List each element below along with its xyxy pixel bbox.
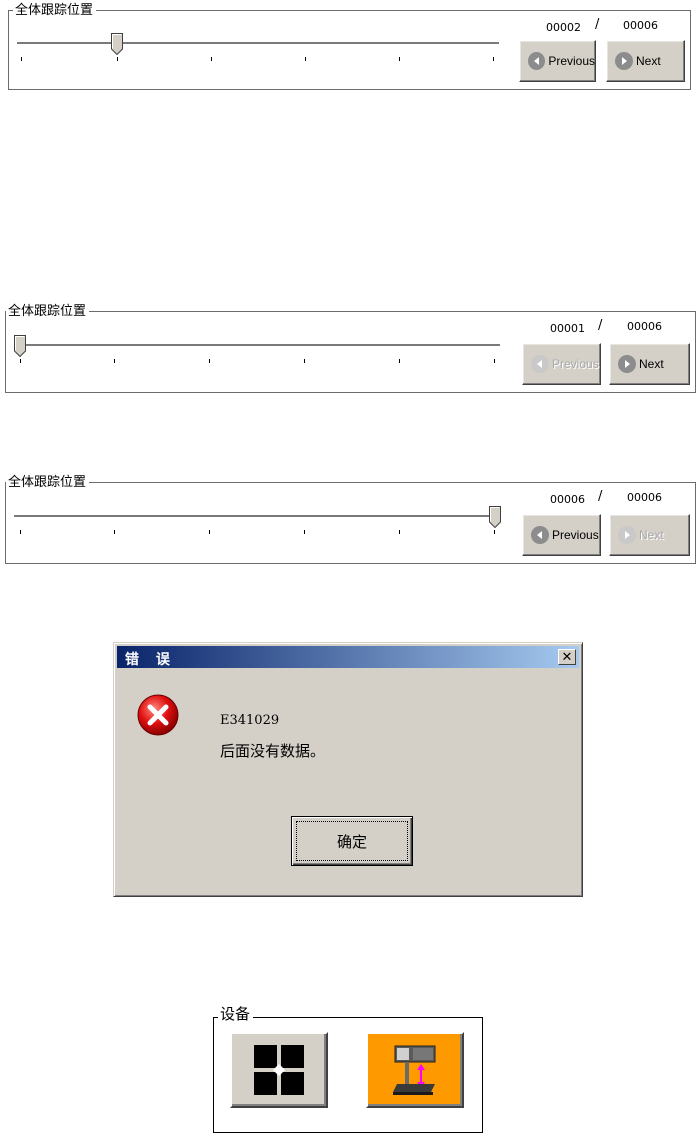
previous-label: Previous [552, 357, 599, 371]
slider-track[interactable] [14, 515, 500, 517]
close-icon: ✕ [561, 649, 573, 664]
total-count: 00006 [627, 320, 662, 333]
slider-tick [494, 530, 495, 534]
next-label: Next [639, 357, 664, 371]
next-label: Next [639, 528, 664, 542]
next-button[interactable]: Next [606, 40, 685, 82]
previous-label: Previous [552, 528, 599, 542]
arrow-left-icon [531, 355, 549, 373]
current-index: 00006 [550, 493, 585, 506]
error-message: 后面没有数据。 [220, 742, 326, 760]
arrow-right-icon [618, 526, 636, 544]
total-count: 00006 [623, 19, 658, 32]
dialog-titlebar[interactable]: 错 误 ✕ [117, 646, 579, 668]
current-index: 00002 [546, 21, 581, 34]
group-title: 全体跟踪位置 [13, 2, 97, 18]
next-button[interactable]: Next [609, 343, 690, 385]
ok-label: 确定 [336, 832, 367, 851]
tracking-panel: 全体跟踪位置 00002 / 00006 Previous Next [8, 2, 691, 90]
slider-tick [399, 57, 400, 61]
previous-button[interactable]: Previous [522, 343, 601, 385]
slider-tick [114, 359, 115, 363]
next-label: Next [636, 54, 661, 68]
slider-tick [21, 57, 22, 61]
slider-tick [305, 57, 306, 61]
error-code: E341029 [220, 713, 280, 728]
slider-tick [304, 359, 305, 363]
next-button[interactable]: Next [609, 514, 690, 556]
slider-tick [20, 359, 21, 363]
grid-layout-button[interactable] [230, 1032, 328, 1108]
arrow-right-icon [615, 52, 633, 70]
previous-label: Previous [548, 54, 595, 68]
device-lift-button[interactable] [366, 1032, 464, 1108]
slider-tick [20, 530, 21, 534]
slider-tick [117, 57, 118, 61]
close-button[interactable]: ✕ [558, 649, 576, 665]
slider-tick [493, 57, 494, 61]
device-lift-icon [393, 1045, 436, 1095]
slider-thumb[interactable] [14, 335, 26, 357]
group-title: 设备 [218, 1007, 254, 1023]
group-title: 全体跟踪位置 [6, 474, 90, 490]
grid-layout-icon [254, 1045, 304, 1095]
counter-separator: / [595, 17, 600, 32]
error-dialog: 错 误 ✕ E341029 后面没有数据。 确定 [113, 642, 583, 897]
slider-tick [304, 530, 305, 534]
slider-tick [209, 530, 210, 534]
tracking-panel: 全体跟踪位置 00001 / 00006 Previous Next [5, 303, 696, 393]
slider-tick [399, 359, 400, 363]
arrow-left-icon [531, 526, 549, 544]
slider-tick [114, 530, 115, 534]
total-count: 00006 [627, 491, 662, 504]
previous-button[interactable]: Previous [519, 40, 596, 82]
slider-tick [211, 57, 212, 61]
dialog-title: 错 误 [125, 652, 176, 668]
tracking-panel: 全体跟踪位置 00006 / 00006 Previous Next [5, 474, 696, 564]
current-index: 00001 [550, 322, 585, 335]
previous-button[interactable]: Previous [522, 514, 601, 556]
arrow-left-icon [528, 52, 546, 70]
slider-tick [209, 359, 210, 363]
slider-thumb[interactable] [111, 33, 123, 55]
slider-track[interactable] [14, 344, 500, 346]
group-title: 全体跟踪位置 [6, 303, 90, 319]
counter-separator: / [598, 318, 603, 333]
error-icon [137, 694, 179, 736]
counter-separator: / [598, 489, 603, 504]
slider-thumb[interactable] [489, 506, 501, 528]
slider-track[interactable] [17, 42, 499, 44]
device-group: 设备 [213, 1007, 483, 1133]
arrow-right-icon [618, 355, 636, 373]
slider-tick [399, 530, 400, 534]
slider-tick [494, 359, 495, 363]
ok-button[interactable]: 确定 [291, 816, 413, 866]
